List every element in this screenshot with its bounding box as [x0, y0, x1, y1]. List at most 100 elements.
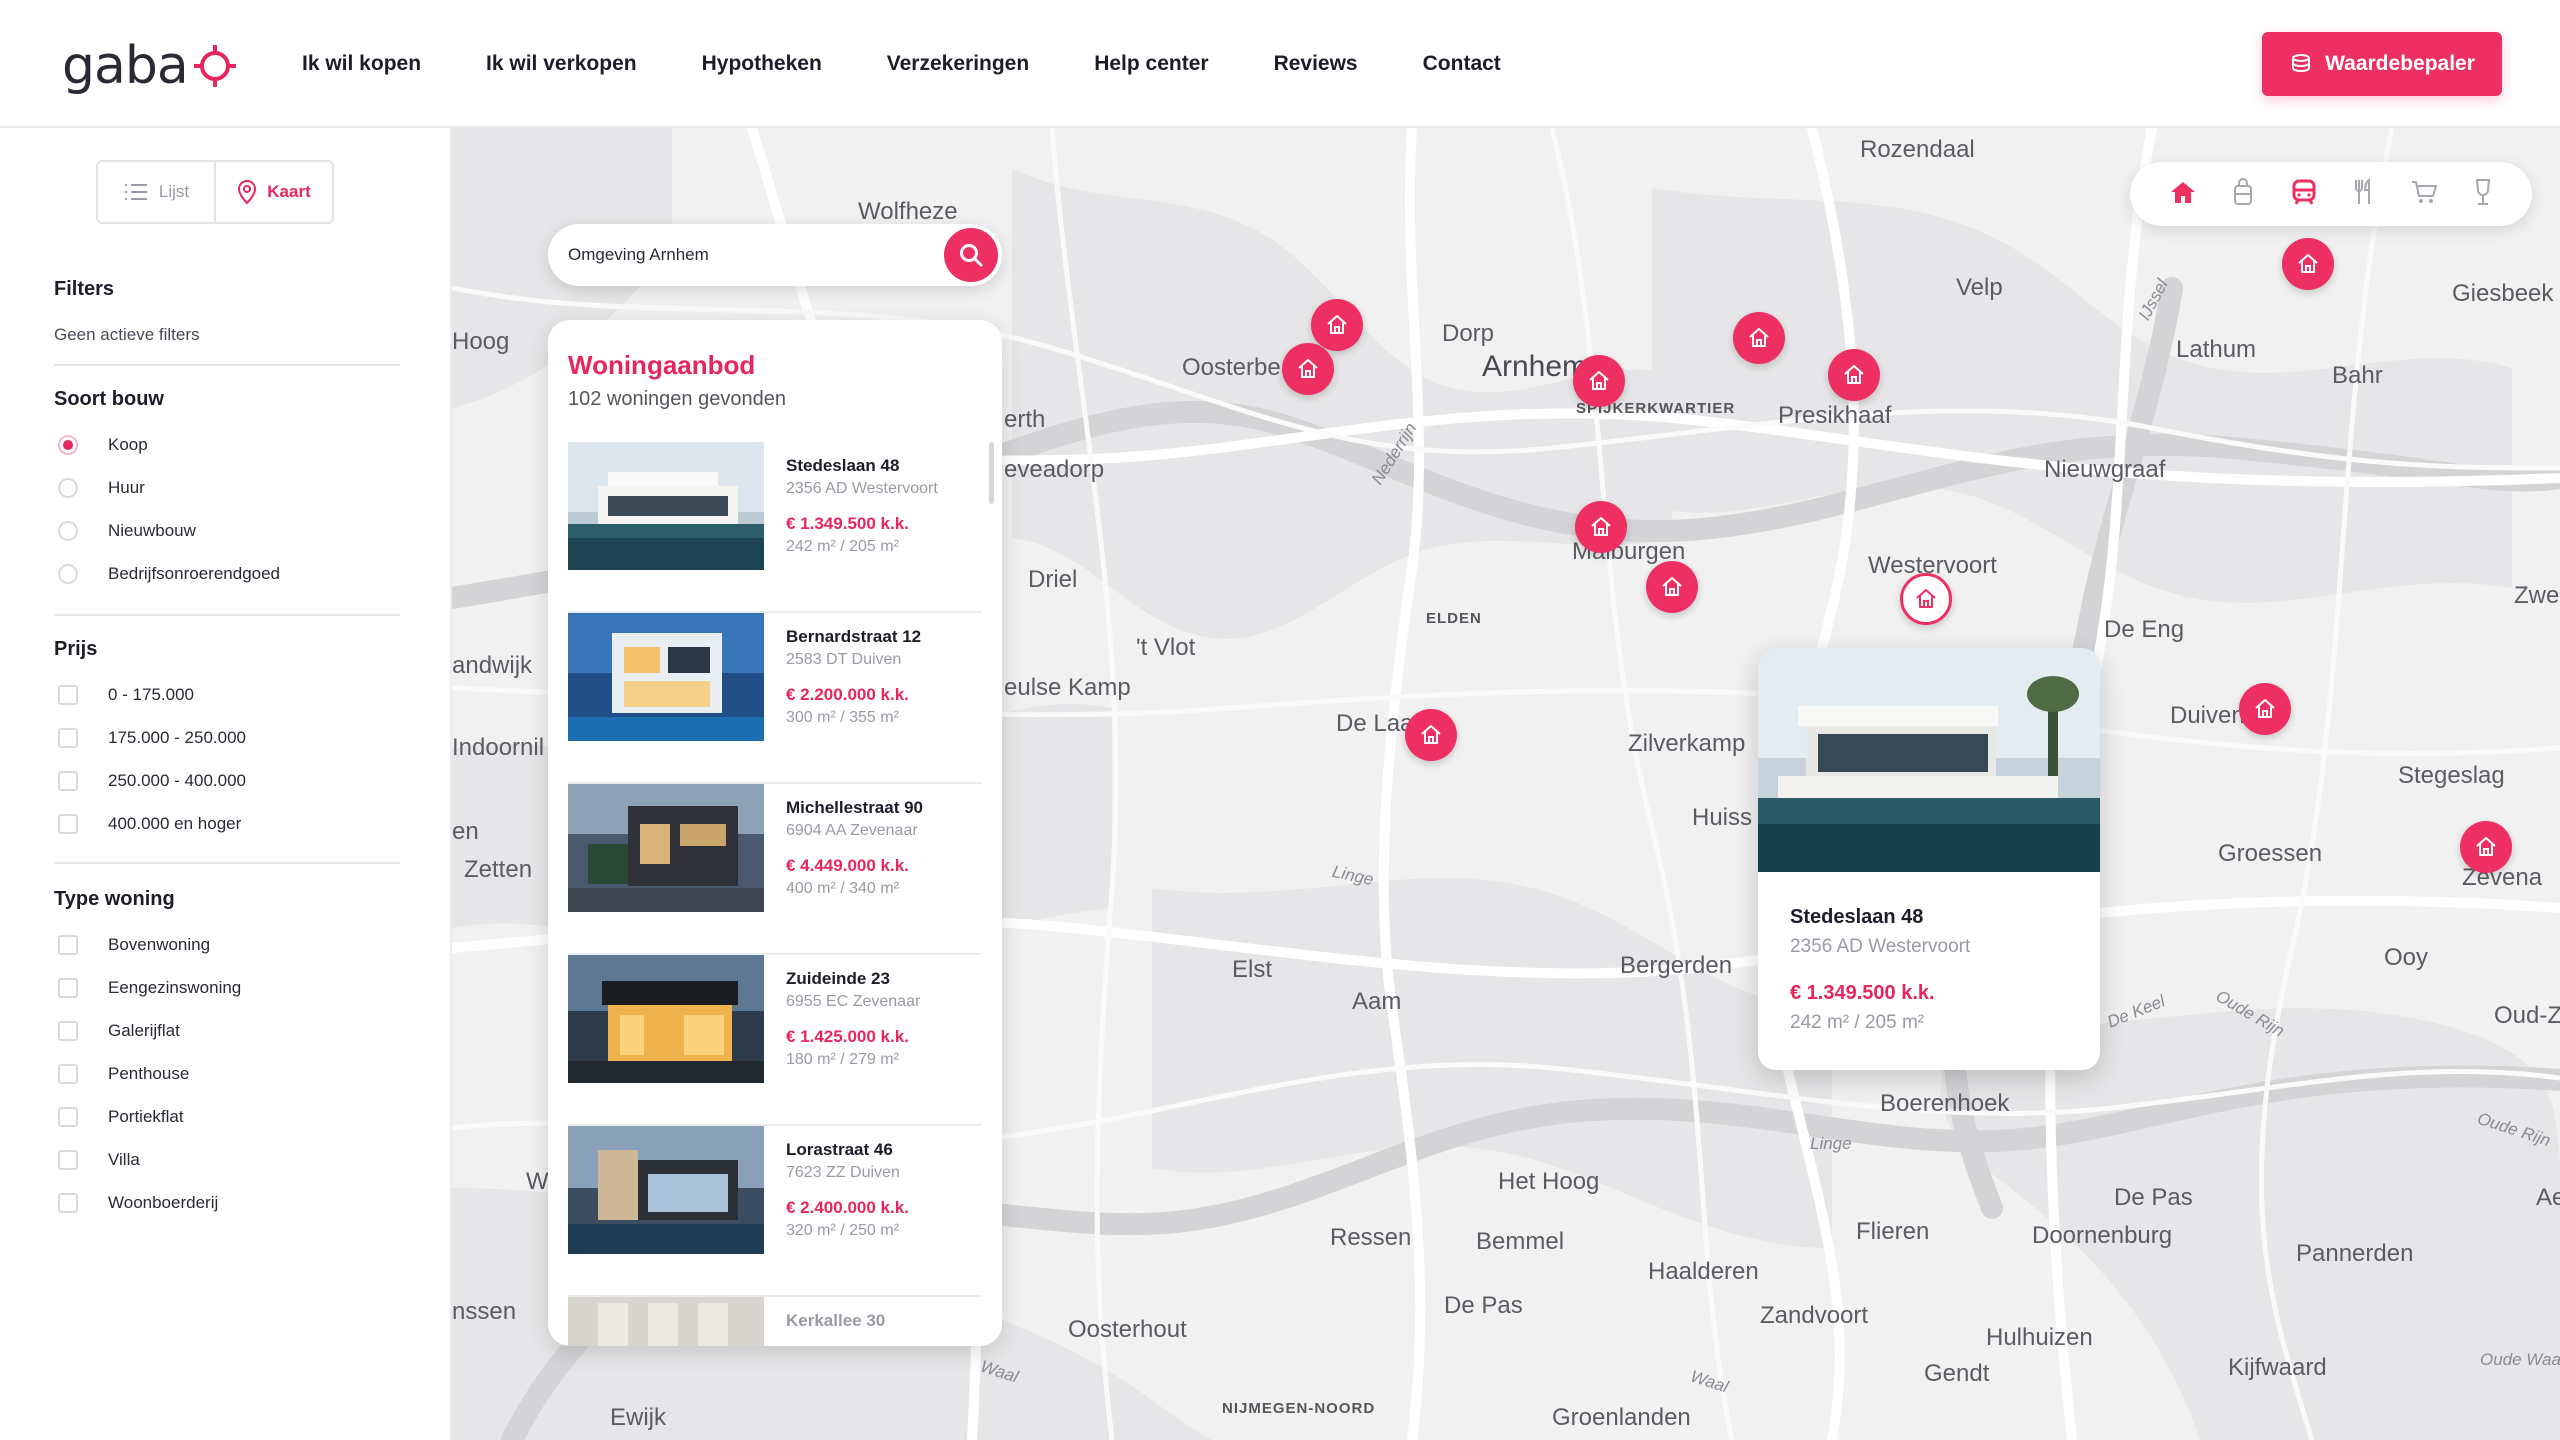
- house-icon: [1327, 315, 1347, 334]
- house-pin[interactable]: [2239, 683, 2291, 735]
- map-pin-icon: [238, 180, 257, 205]
- nav-help-center[interactable]: Help center: [1094, 52, 1208, 76]
- checkbox[interactable]: [58, 934, 78, 955]
- house-pin[interactable]: [1733, 312, 1785, 364]
- option-label: 175.000 - 250.000: [108, 727, 247, 747]
- home-type-option[interactable]: Penthouse: [54, 1052, 400, 1095]
- checkbox[interactable]: [58, 1192, 78, 1213]
- house-photo: [568, 442, 764, 570]
- home-type-option[interactable]: Villa: [54, 1138, 400, 1181]
- nav-hypotheken[interactable]: Hypotheken: [702, 52, 822, 76]
- transit-icon[interactable]: [2290, 178, 2318, 211]
- house-icon: [2298, 254, 2318, 273]
- house-pin[interactable]: [2460, 821, 2512, 873]
- listing-zip: 2356 AD Westervoort: [786, 480, 938, 497]
- house-pin[interactable]: [1282, 343, 1334, 395]
- price-option[interactable]: 250.000 - 400.000: [54, 759, 400, 802]
- listing-street: Kerkallee 30: [786, 1311, 886, 1330]
- build-type-title: Soort bouw: [54, 388, 164, 410]
- map-label: Presikhaaf: [1778, 402, 1892, 429]
- price-option[interactable]: 400.000 en hoger: [54, 802, 400, 845]
- list-view-button[interactable]: Lijst: [98, 162, 214, 222]
- listing-street: Michellestraat 90: [786, 798, 924, 817]
- restaurant-icon[interactable]: [2352, 177, 2376, 211]
- listing-popup-card[interactable]: Stedeslaan 48 2356 AD Westervoort € 1.34…: [1758, 648, 2100, 1070]
- map-label: Zweekho: [2514, 582, 2560, 609]
- search-input[interactable]: [568, 224, 928, 286]
- home-icon[interactable]: [2169, 179, 2197, 210]
- map-label: Dorp: [1442, 320, 1495, 347]
- map-label: eveadorp: [1004, 456, 1105, 483]
- house-icon: [1591, 517, 1611, 536]
- listing-row[interactable]: Bernardstraat 12 2583 DT Duiven € 2.200.…: [568, 613, 982, 784]
- house-pin[interactable]: [1646, 561, 1698, 613]
- waardebepaler-button[interactable]: Waardebepaler: [2262, 32, 2502, 96]
- listing-row[interactable]: Zuideinde 23 6955 EC Zevenaar € 1.425.00…: [568, 955, 982, 1126]
- home-type-option[interactable]: Galerijflat: [54, 1009, 400, 1052]
- listing-price: € 2.400.000 k.k.: [786, 1198, 909, 1217]
- coins-icon: [2292, 54, 2311, 73]
- map-view-button[interactable]: Kaart: [214, 162, 332, 222]
- gaba-logo[interactable]: gaba: [62, 36, 238, 96]
- house-pin[interactable]: [1405, 709, 1457, 761]
- shopping-icon[interactable]: [2410, 179, 2438, 210]
- listing-row[interactable]: Kerkallee 30: [568, 1297, 982, 1346]
- house-pin[interactable]: [1311, 299, 1363, 351]
- checkbox[interactable]: [58, 1149, 78, 1170]
- logo-text: gaba: [62, 36, 189, 96]
- home-type-option[interactable]: Woonboerderij: [54, 1181, 400, 1224]
- nav-contact[interactable]: Contact: [1423, 52, 1501, 76]
- option-label: 0 - 175.000: [108, 684, 195, 704]
- scrollbar-thumb[interactable]: [989, 442, 994, 504]
- checkbox[interactable]: [58, 1063, 78, 1084]
- radio-button[interactable]: [58, 563, 78, 584]
- house-pin[interactable]: [1575, 501, 1627, 553]
- radio-button[interactable]: [58, 434, 78, 455]
- home-type-option[interactable]: Eengezinswoning: [54, 966, 400, 1009]
- listing-price: € 1.425.000 k.k.: [786, 1027, 909, 1046]
- build-type-option[interactable]: Nieuwbouw: [54, 509, 400, 552]
- build-type-option[interactable]: Koop: [54, 423, 400, 466]
- checkbox[interactable]: [58, 1106, 78, 1127]
- checkbox[interactable]: [58, 977, 78, 998]
- search-button[interactable]: [944, 228, 998, 282]
- nav-verkopen[interactable]: Ik wil verkopen: [486, 52, 637, 76]
- checkbox[interactable]: [58, 1020, 78, 1041]
- house-icon: [1589, 371, 1609, 390]
- school-icon[interactable]: [2231, 177, 2255, 211]
- map-label: Bahr: [2332, 362, 2383, 389]
- listings-panel[interactable]: Woningaanbod 102 woningen gevonden Stede…: [548, 320, 1002, 1346]
- map-label: Ae: [2536, 1184, 2560, 1211]
- house-photo: [568, 784, 764, 912]
- house-pin[interactable]: [1828, 349, 1880, 401]
- build-type-option[interactable]: Huur: [54, 466, 400, 509]
- house-pin[interactable]: [2282, 238, 2334, 290]
- checkbox[interactable]: [58, 684, 78, 705]
- build-type-option[interactable]: Bedrijfsonroerendgoed: [54, 552, 400, 595]
- listing-row[interactable]: Stedeslaan 48 2356 AD Westervoort € 1.34…: [568, 442, 982, 613]
- house-pin[interactable]: [1573, 355, 1625, 407]
- bar-icon[interactable]: [2473, 178, 2493, 211]
- radio-button[interactable]: [58, 520, 78, 541]
- house-pin-selected[interactable]: [1900, 573, 1952, 625]
- map-label: Arnhem: [1482, 350, 1588, 383]
- map-label: Groessen: [2218, 840, 2323, 867]
- map-label: Huiss: [1692, 804, 1753, 831]
- radio-button[interactable]: [58, 477, 78, 498]
- listing-row[interactable]: Lorastraat 46 7623 ZZ Duiven € 2.400.000…: [568, 1126, 982, 1297]
- map-label: Lathum: [2176, 336, 2257, 363]
- home-type-option[interactable]: Bovenwoning: [54, 923, 400, 966]
- popup-price: € 1.349.500 k.k.: [1790, 982, 1935, 1004]
- checkbox[interactable]: [58, 727, 78, 748]
- nav-kopen[interactable]: Ik wil kopen: [302, 52, 421, 76]
- checkbox[interactable]: [58, 813, 78, 834]
- price-option[interactable]: 175.000 - 250.000: [54, 716, 400, 759]
- listing-row[interactable]: Michellestraat 90 6904 AA Zevenaar € 4.4…: [568, 784, 982, 955]
- price-option[interactable]: 0 - 175.000: [54, 673, 400, 716]
- home-type-option[interactable]: Portiekflat: [54, 1095, 400, 1138]
- map-label: Stegeslag: [2398, 762, 2505, 789]
- nav-verzekeringen[interactable]: Verzekeringen: [887, 52, 1029, 76]
- house-photo: [568, 955, 764, 1083]
- nav-reviews[interactable]: Reviews: [1274, 52, 1358, 76]
- checkbox[interactable]: [58, 770, 78, 791]
